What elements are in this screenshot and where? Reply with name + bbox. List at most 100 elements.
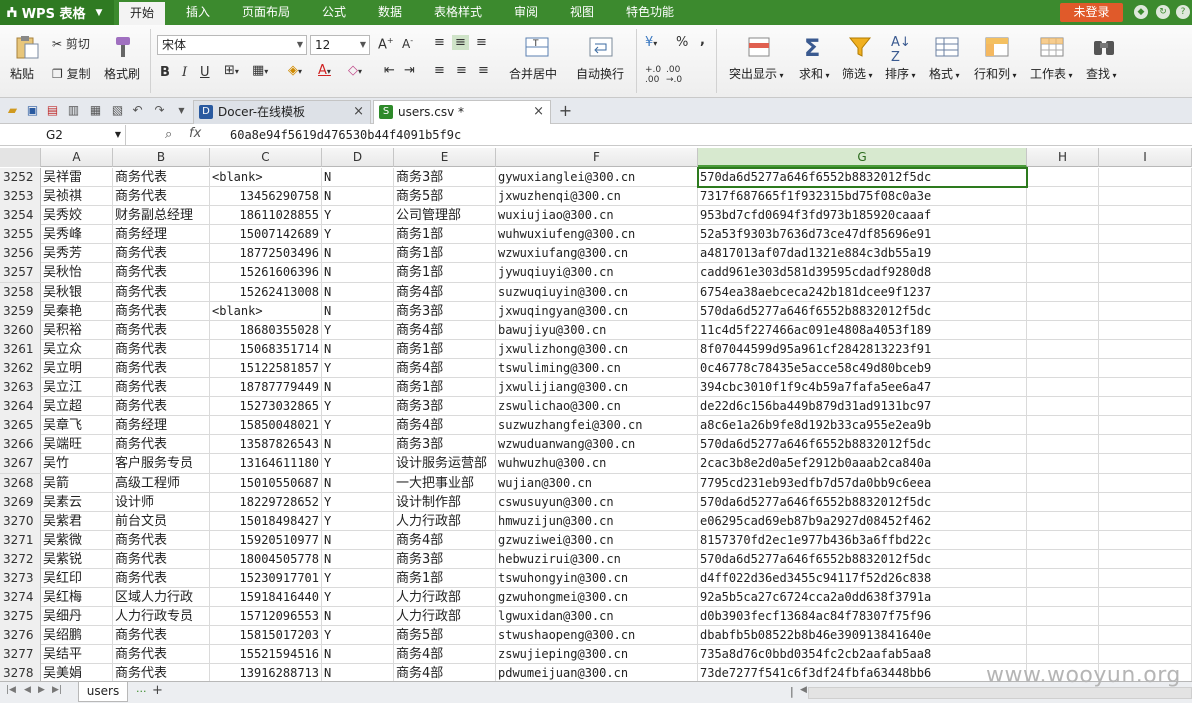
decrease-decimal-icon[interactable]: .00 →.0 — [666, 65, 682, 85]
cell-department[interactable]: 设计服务运营部 — [394, 454, 496, 474]
cell-hash[interactable]: 394cbc3010f1f9c4b59a7fafa5ee6a47 — [698, 378, 1027, 398]
cell-flag[interactable]: Y — [322, 511, 394, 531]
cell-flag[interactable]: Y — [322, 320, 394, 340]
cell-department[interactable]: 人力行政部 — [394, 588, 496, 608]
row-number[interactable]: 3272 — [0, 549, 41, 569]
column-header-selected[interactable]: G — [698, 148, 1027, 167]
cell-flag[interactable]: Y — [322, 454, 394, 474]
print-preview-icon[interactable]: ▦ — [88, 103, 103, 118]
cell-email[interactable]: gzwuziwei@300.cn — [496, 530, 698, 550]
cell-empty[interactable] — [1027, 397, 1099, 417]
cell-email[interactable]: suzwuqiuyin@300.cn — [496, 282, 698, 302]
tab-home[interactable]: 开始 — [119, 0, 165, 25]
sort-button[interactable]: 排序 ▾ — [885, 65, 916, 82]
cell-name[interactable]: 吴红梅 — [41, 588, 113, 608]
spell-check-icon[interactable]: ▧ — [110, 103, 125, 118]
row-number[interactable]: 3253 — [0, 187, 41, 207]
cell-empty[interactable] — [1099, 568, 1192, 588]
cell-empty[interactable] — [1099, 301, 1192, 321]
increase-decimal-icon[interactable]: +.0.00 — [645, 65, 661, 85]
paste-icon[interactable] — [14, 34, 40, 60]
cell-empty[interactable] — [1099, 511, 1192, 531]
cell-phone[interactable]: 15918416440 — [210, 588, 322, 608]
cell-department[interactable]: 商务1部 — [394, 568, 496, 588]
sort-icon[interactable]: A↓ Z — [891, 35, 917, 65]
cell-phone[interactable]: <blank> — [210, 168, 322, 187]
cell-empty[interactable] — [1099, 206, 1192, 226]
print-icon[interactable]: ▥ — [66, 103, 81, 118]
cell-empty[interactable] — [1099, 626, 1192, 646]
cell-title[interactable]: 商务代表 — [113, 664, 210, 681]
cell-name[interactable]: 吴秀峰 — [41, 225, 113, 245]
last-sheet-icon[interactable]: ▶| — [52, 685, 62, 695]
cell-title[interactable]: 财务副总经理 — [113, 206, 210, 226]
cell-department[interactable]: 商务1部 — [394, 339, 496, 359]
cell-department[interactable]: 商务4部 — [394, 530, 496, 550]
cell-email[interactable]: wujian@300.cn — [496, 473, 698, 493]
cell-name[interactable]: 吴箭 — [41, 473, 113, 493]
cell-empty[interactable] — [1027, 645, 1099, 665]
cell-name[interactable]: 吴细丹 — [41, 607, 113, 627]
cell-empty[interactable] — [1099, 244, 1192, 264]
table-row[interactable]: 3262 吴立明 商务代表 15122581857 Y 商务4部 tswuliming@30… — [0, 358, 1192, 379]
cell-name[interactable]: 吴祯祺 — [41, 187, 113, 207]
cell-hash[interactable]: 7795cd231eb93edfb7d57da0bb9c6eea — [698, 473, 1027, 493]
cell-phone[interactable]: 13164611180 — [210, 454, 322, 474]
cell-empty[interactable] — [1027, 607, 1099, 627]
cell-name[interactable]: 吴秋怡 — [41, 263, 113, 283]
cell-title[interactable]: 商务代表 — [113, 339, 210, 359]
format-painter-icon[interactable] — [110, 34, 136, 60]
cell-name[interactable]: 吴竹 — [41, 454, 113, 474]
cell-email[interactable]: wzwuduanwang@300.cn — [496, 435, 698, 455]
cell-email[interactable]: zswujieping@300.cn — [496, 645, 698, 665]
row-number[interactable]: 3270 — [0, 511, 41, 531]
cell-flag[interactable]: Y — [322, 397, 394, 417]
cell-empty[interactable] — [1099, 454, 1192, 474]
table-row[interactable]: 3255 吴秀峰 商务经理 15007142689 Y 商务1部 wuhwuxiufeng@… — [0, 225, 1192, 245]
align-left-icon[interactable]: ≡ — [434, 63, 445, 78]
row-number[interactable]: 3252 — [0, 168, 41, 187]
cell-empty[interactable] — [1099, 282, 1192, 302]
cell-flag[interactable]: N — [322, 282, 394, 302]
cell-phone[interactable]: 13916288713 — [210, 664, 322, 681]
sum-button[interactable]: 求和 ▾ — [799, 65, 830, 82]
cell-hash[interactable]: a8c6e1a26b9fe8d192b33ca955e2ea9b — [698, 416, 1027, 436]
cell-email[interactable]: lgwuxidan@300.cn — [496, 607, 698, 627]
indent-increase-icon[interactable]: ⇥ — [404, 63, 415, 78]
cell-flag[interactable]: N — [322, 473, 394, 493]
row-number[interactable]: 3258 — [0, 282, 41, 302]
cell-email[interactable]: cswusuyun@300.cn — [496, 492, 698, 512]
prev-sheet-icon[interactable]: ◀ — [24, 685, 31, 695]
cell-title[interactable]: 商务代表 — [113, 378, 210, 398]
align-top-icon[interactable]: ≡ — [434, 35, 445, 50]
cell-department[interactable]: 商务4部 — [394, 358, 496, 378]
cell-flag[interactable]: Y — [322, 568, 394, 588]
cell-hash[interactable]: dbabfb5b08522b8b46e390913841640e — [698, 626, 1027, 646]
row-number[interactable]: 3276 — [0, 626, 41, 646]
cell-email[interactable]: jxwulijiang@300.cn — [496, 378, 698, 398]
next-sheet-icon[interactable]: ▶ — [38, 685, 45, 695]
row-number[interactable]: 3261 — [0, 339, 41, 359]
table-row[interactable]: 3260 吴积裕 商务代表 18680355028 Y 商务4部 bawujiyu@300.… — [0, 320, 1192, 340]
tab-users-csv[interactable]: S users.csv * × — [373, 100, 551, 124]
cell-hash[interactable]: 11c4d5f227466ac091e4808a4053f189 — [698, 320, 1027, 340]
align-bottom-icon[interactable]: ≡ — [476, 35, 487, 50]
customize-toolbar-icon[interactable]: ▼ — [174, 103, 189, 118]
cell-name[interactable]: 吴秋银 — [41, 282, 113, 302]
tab-docer-templates[interactable]: D Docer-在线模板 × — [193, 100, 371, 124]
cell-flag[interactable]: N — [322, 664, 394, 681]
cell-hash[interactable]: 73de7277f541c6f3df24fbfa63448bb6 — [698, 664, 1027, 681]
column-header[interactable]: I — [1099, 148, 1192, 167]
paste-button[interactable]: 粘贴 — [10, 65, 34, 82]
find-icon[interactable] — [1091, 35, 1117, 61]
cell-flag[interactable]: N — [322, 645, 394, 665]
cell-title[interactable]: 商务代表 — [113, 530, 210, 550]
table-row[interactable]: 3277 吴结平 商务代表 15521594516 N 商务4部 zswujieping@3… — [0, 645, 1192, 665]
percent-button[interactable]: % — [676, 35, 688, 50]
table-row[interactable]: 3261 吴立众 商务代表 15068351714 N 商务1部 jxwulizhong@3… — [0, 339, 1192, 359]
table-row[interactable]: 3272 吴紫锐 商务代表 18004505778 N 商务3部 hebwuzirui@30… — [0, 549, 1192, 569]
thousands-separator-button[interactable]: , — [700, 33, 705, 48]
cell-phone[interactable]: <blank> — [210, 301, 322, 321]
align-middle-icon[interactable]: ≡ — [452, 35, 469, 50]
table-row[interactable]: 3258 吴秋银 商务代表 15262413008 N 商务4部 suzwuqiuyin@3… — [0, 282, 1192, 302]
